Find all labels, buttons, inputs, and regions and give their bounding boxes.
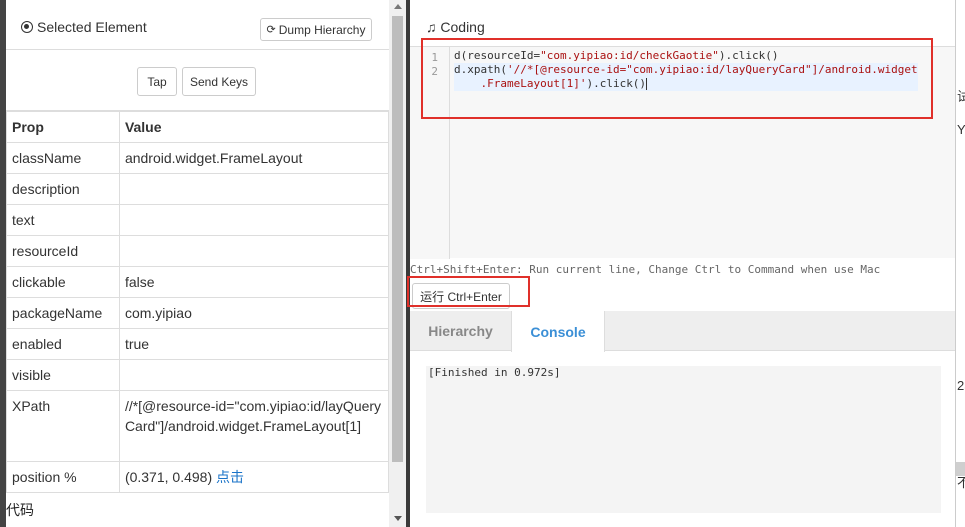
value-cell[interactable]: false [118, 266, 390, 298]
table-row: enabled true [6, 328, 390, 360]
selected-element-title: Selected Element [21, 19, 147, 35]
coding-title: ♫ Coding [426, 19, 485, 35]
column-header-value: Value [118, 111, 390, 143]
prop-cell: packageName [6, 297, 120, 329]
table-row: position % (0.371, 0.498) 点击 [6, 461, 390, 493]
click-position-link[interactable]: 点击 [216, 469, 244, 485]
cut-text: Y( [957, 122, 965, 137]
position-value[interactable]: (0.371, 0.498) [125, 469, 212, 485]
value-cell[interactable] [118, 204, 390, 236]
cut-text: 试 [957, 89, 965, 104]
table-row: clickable false [6, 266, 390, 298]
selected-element-header: Selected Element ⟳ Dump Hierarchy [6, 0, 389, 50]
keyboard-hint: Ctrl+Shift+Enter: Run current line, Chan… [410, 263, 881, 276]
left-scrollbar[interactable] [389, 0, 406, 527]
send-keys-button[interactable]: Send Keys [182, 67, 256, 96]
cut-text: 不 [957, 475, 965, 490]
table-row: text [6, 204, 390, 236]
dump-hierarchy-button[interactable]: ⟳ Dump Hierarchy [260, 18, 372, 41]
prop-cell: position % [6, 461, 120, 493]
scroll-up-icon[interactable] [394, 4, 402, 9]
target-icon [21, 21, 33, 33]
prop-cell: clickable [6, 266, 120, 298]
tab-bar: Hierarchy Console [410, 311, 955, 352]
value-cell[interactable]: com.yipiao [118, 297, 390, 329]
column-header-prop: Prop [6, 111, 120, 143]
table-row: description [6, 173, 390, 205]
background-window-edge: 试 Y( 25 不 [955, 0, 965, 527]
value-cell[interactable]: android.widget.FrameLayout [118, 142, 390, 174]
prop-cell: visible [6, 359, 120, 391]
prop-cell: className [6, 142, 120, 174]
value-cell[interactable] [118, 235, 390, 267]
tab-console[interactable]: Console [511, 311, 605, 352]
console-text: [Finished in 0.972s] [428, 366, 561, 379]
prop-cell: description [6, 173, 120, 205]
properties-table: Prop Value className android.widget.Frame… [6, 111, 390, 493]
table-row: visible [6, 359, 390, 391]
app-root: Selected Element ⟳ Dump Hierarchy Tap Sen… [0, 0, 965, 527]
tap-button[interactable]: Tap [137, 67, 177, 96]
tab-hierarchy[interactable]: Hierarchy [410, 311, 511, 351]
music-note-icon: ♫ [426, 19, 437, 35]
prop-cell: enabled [6, 328, 120, 360]
scroll-down-icon[interactable] [394, 516, 402, 521]
coding-panel: ♫ Coding 1 2 d(resourceId="com.yipiao:id… [407, 0, 955, 527]
value-cell[interactable] [118, 173, 390, 205]
action-bar: Tap Send Keys [6, 50, 389, 111]
table-row: packageName com.yipiao [6, 297, 390, 329]
annotation-box-code [421, 38, 933, 119]
value-cell[interactable] [118, 359, 390, 391]
table-header-row: Prop Value [6, 111, 390, 143]
table-row: className android.widget.FrameLayout [6, 142, 390, 174]
bottom-caption: 代码 [6, 502, 34, 518]
console-output: [Finished in 0.972s] [426, 366, 941, 513]
table-row: XPath//*[@resource-id="com.yipiao:id/lay… [6, 390, 390, 462]
scrollbar-thumb[interactable] [392, 16, 403, 462]
cut-text: 25 [957, 378, 965, 393]
table-row: resourceId [6, 235, 390, 267]
selected-element-panel: Selected Element ⟳ Dump Hierarchy Tap Sen… [0, 0, 406, 527]
value-cell[interactable]: true [118, 328, 390, 360]
xpath-value-cell[interactable]: //*[@resource-id="com.yipiao:id/layQuery… [118, 390, 390, 462]
prop-cell: resourceId [6, 235, 120, 267]
position-value-cell: (0.371, 0.498) 点击 [118, 461, 390, 493]
refresh-icon: ⟳ [266, 24, 276, 36]
prop-cell: text [6, 204, 120, 236]
annotation-box-run [407, 276, 530, 307]
prop-cell: XPath [6, 390, 120, 462]
